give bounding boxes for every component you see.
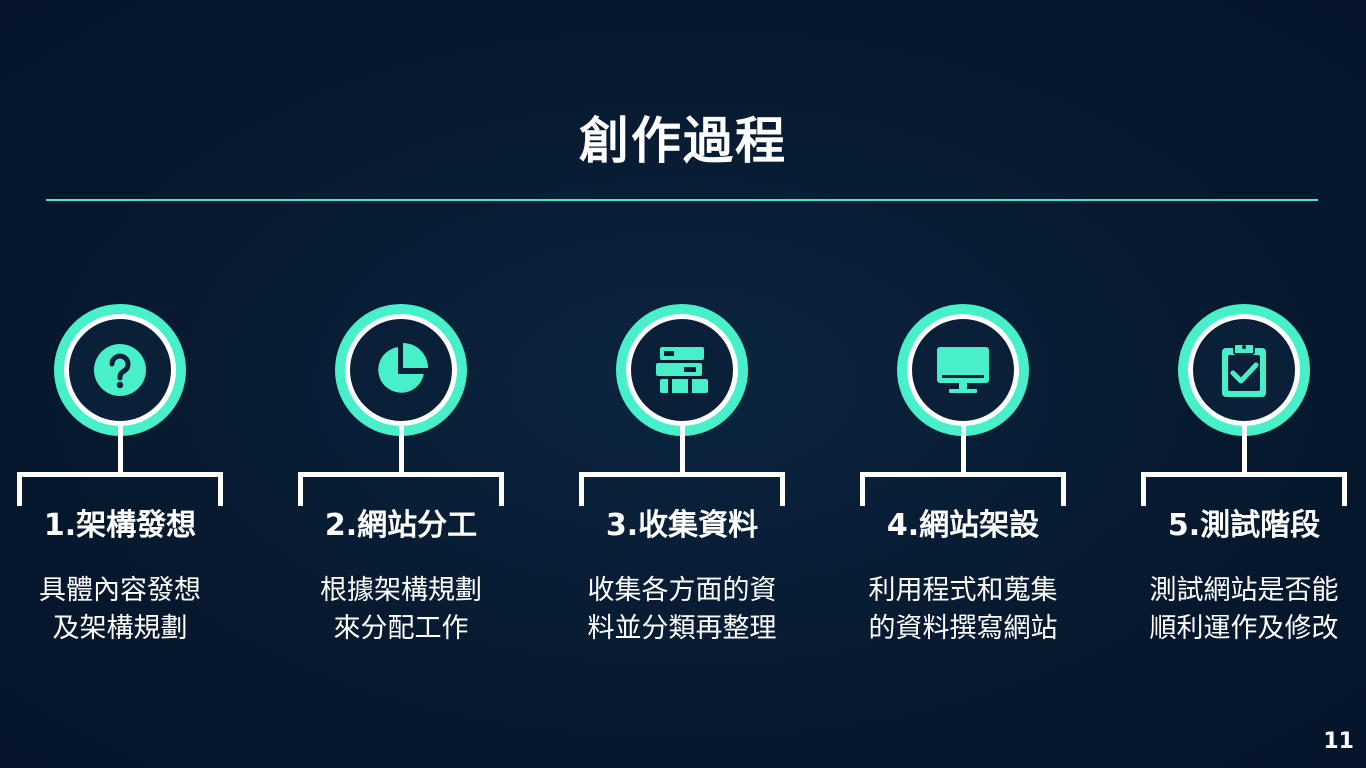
step-title: 4.網站架設	[886, 508, 1040, 543]
page-number: 11	[1323, 729, 1354, 754]
page-title: 創作過程	[579, 112, 787, 170]
step-description: 具體內容發想 及架構規劃	[0, 572, 240, 648]
step-1: 1.架構發想 具體內容發想 及架構規劃	[0, 300, 240, 660]
connector-bracket	[298, 472, 504, 506]
step-3: 3.收集資料 收集各方面的資 料並分類再整理	[562, 300, 802, 660]
step-description-line: 利用程式和蒐集	[868, 575, 1058, 606]
clipboard-check-icon	[1219, 341, 1269, 399]
step-description: 利用程式和蒐集 的資料撰寫網站	[843, 572, 1083, 648]
pie-chart-icon	[372, 341, 430, 399]
step-description-line: 及架構規劃	[52, 613, 188, 644]
connector-stem	[680, 426, 685, 474]
step-description-line: 收集各方面的資	[587, 575, 777, 606]
connector-bracket	[1141, 472, 1347, 506]
connector-bracket	[17, 472, 223, 506]
connector-stem	[1242, 426, 1247, 474]
monitor-icon	[935, 345, 991, 395]
connector-bracket	[579, 472, 785, 506]
connector-stem	[961, 426, 966, 474]
title-divider	[46, 199, 1318, 201]
question-icon	[92, 342, 148, 398]
step-title: 1.架構發想	[43, 508, 197, 543]
step-title: 5.測試階段	[1167, 508, 1321, 543]
step-description-line: 順利運作及修改	[1149, 613, 1339, 644]
step-description-line: 測試網站是否能	[1149, 575, 1339, 606]
books-icon	[654, 345, 710, 395]
step-description-line: 料並分類再整理	[587, 613, 777, 644]
connector-stem	[399, 426, 404, 474]
step-description-line: 來分配工作	[333, 613, 469, 644]
step-description-line: 具體內容發想	[39, 575, 201, 606]
step-title: 2.網站分工	[324, 508, 478, 543]
step-title: 3.收集資料	[605, 508, 759, 543]
connector-bracket	[860, 472, 1066, 506]
step-description: 測試網站是否能 順利運作及修改	[1124, 572, 1364, 648]
step-description-line: 的資料撰寫網站	[868, 613, 1058, 644]
step-2: 2.網站分工 根據架構規劃 來分配工作	[281, 300, 521, 660]
step-description-line: 根據架構規劃	[320, 575, 482, 606]
step-description: 收集各方面的資 料並分類再整理	[562, 572, 802, 648]
step-icon-ring	[54, 304, 186, 436]
step-description: 根據架構規劃 來分配工作	[281, 572, 521, 648]
step-4: 4.網站架設 利用程式和蒐集 的資料撰寫網站	[843, 300, 1083, 660]
step-icon-ring	[897, 304, 1029, 436]
connector-stem	[118, 426, 123, 474]
step-icon-ring	[1178, 304, 1310, 436]
step-icon-ring	[616, 304, 748, 436]
step-icon-ring	[335, 304, 467, 436]
step-5: 5.測試階段 測試網站是否能 順利運作及修改	[1124, 300, 1364, 660]
